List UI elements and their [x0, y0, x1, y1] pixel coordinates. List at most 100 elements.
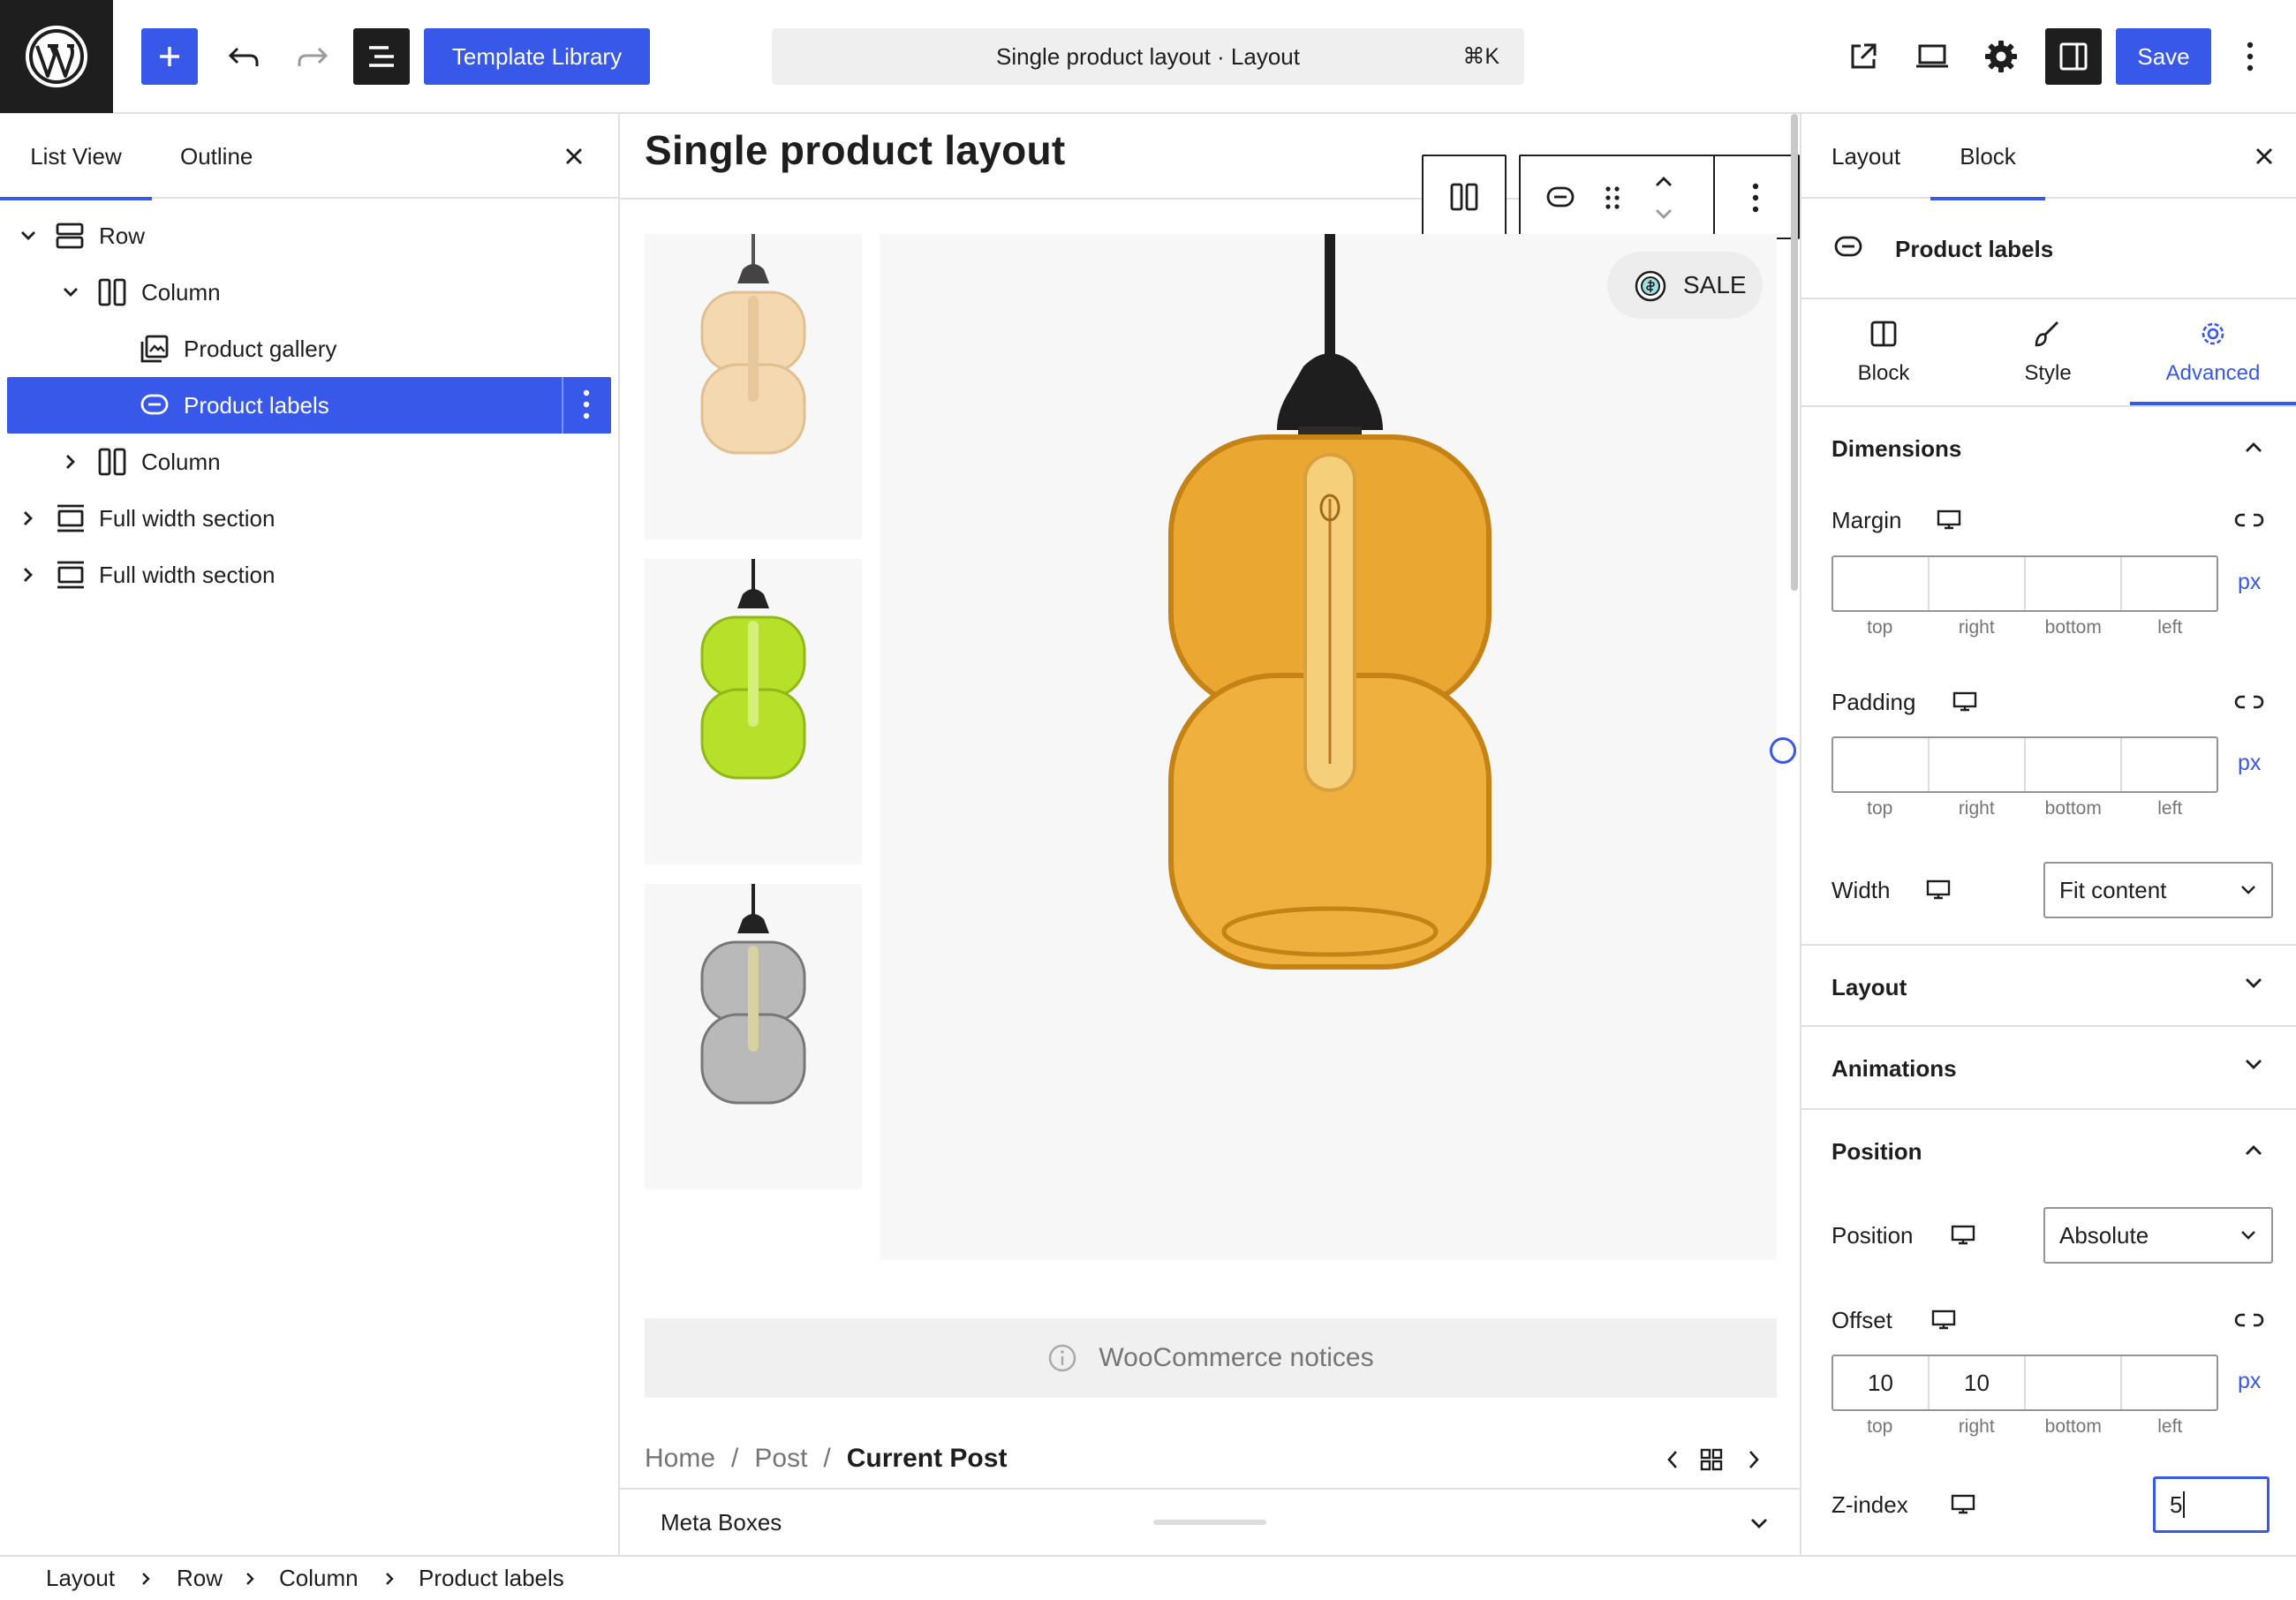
sale-badge[interactable]: SALE: [1607, 252, 1763, 319]
wordpress-icon: [26, 26, 87, 87]
list-item[interactable]: Product gallery: [7, 321, 611, 377]
breadcrumb-post[interactable]: Post: [754, 1444, 807, 1474]
label-icon: [1834, 236, 1862, 257]
desktop-icon[interactable]: [1930, 1309, 1957, 1331]
device-preview-button[interactable]: [1904, 28, 1960, 85]
offset-unit-select[interactable]: px: [2238, 1369, 2261, 1394]
gallery-thumbnail[interactable]: [645, 884, 862, 1189]
offset-top-input[interactable]: 10: [1833, 1356, 1930, 1409]
template-library-button[interactable]: Template Library: [424, 28, 650, 85]
padding-top-input[interactable]: [1833, 738, 1930, 791]
redo-button[interactable]: [284, 28, 341, 85]
desktop-icon[interactable]: [1952, 691, 1978, 713]
side-label: left: [2157, 1416, 2183, 1437]
chevron-right-icon[interactable]: [1747, 1449, 1761, 1470]
offset-right-input[interactable]: 10: [1930, 1356, 2026, 1409]
padding-right-input[interactable]: [1930, 738, 2026, 791]
meta-boxes-panel[interactable]: Meta Boxes: [620, 1488, 1800, 1555]
wordpress-logo-button[interactable]: [0, 0, 113, 113]
position-section-header[interactable]: Position: [1801, 1110, 2296, 1193]
settings-button[interactable]: [1973, 28, 2029, 85]
desktop-icon[interactable]: [1925, 879, 1952, 901]
unlink-icon[interactable]: [2234, 511, 2264, 529]
dimensions-header[interactable]: Dimensions: [1801, 407, 2296, 490]
tab-list-view[interactable]: List View: [0, 114, 152, 200]
main-product-image[interactable]: SALE: [880, 234, 1777, 1260]
tab-layout[interactable]: Layout: [1832, 114, 1900, 199]
chevron-down-icon[interactable]: [19, 229, 37, 243]
section-title: Animations: [1832, 1054, 1957, 1082]
breadcrumb-home[interactable]: Home: [645, 1444, 715, 1474]
margin-left-input[interactable]: [2122, 557, 2217, 610]
chevron-right-icon[interactable]: [64, 453, 78, 471]
zindex-input[interactable]: 5: [2153, 1476, 2270, 1533]
more-vertical-icon[interactable]: [1752, 183, 1759, 213]
info-icon: [1049, 1344, 1076, 1372]
width-select[interactable]: Fit content: [2043, 862, 2273, 918]
offset-left-input[interactable]: [2122, 1356, 2217, 1409]
chevron-right-icon[interactable]: [21, 509, 35, 527]
list-item[interactable]: Column: [7, 434, 611, 490]
options-menu-button[interactable]: [2229, 28, 2271, 85]
command-palette-button[interactable]: Single product layout · Layout ⌘K: [772, 28, 1524, 85]
canvas-scrollbar[interactable]: [1791, 114, 1798, 591]
woocommerce-notices[interactable]: WooCommerce notices: [645, 1318, 1777, 1398]
page-title[interactable]: Single product layout: [645, 126, 1066, 174]
undo-button[interactable]: [215, 28, 272, 85]
desktop-icon[interactable]: [1936, 509, 1962, 531]
view-site-button[interactable]: [1835, 28, 1892, 85]
close-list-view-button[interactable]: [556, 139, 592, 174]
gallery-thumbnail[interactable]: [645, 234, 862, 540]
select-parent-button[interactable]: [1422, 155, 1507, 239]
margin-right-input[interactable]: [1930, 557, 2026, 610]
list-item[interactable]: Column: [7, 264, 611, 321]
chevron-down-icon[interactable]: [1748, 1516, 1770, 1530]
resize-grip[interactable]: [1153, 1520, 1266, 1525]
margin-unit-select[interactable]: px: [2238, 570, 2261, 595]
gear-icon: [2202, 322, 2224, 345]
close-sidebar-button[interactable]: [2247, 139, 2282, 174]
breadcrumb-layout[interactable]: Layout: [46, 1557, 115, 1600]
resize-handle[interactable]: [1770, 737, 1796, 764]
list-item[interactable]: Full width section: [7, 547, 611, 603]
list-item-selected[interactable]: Product labels: [7, 377, 611, 434]
grid-icon[interactable]: [1699, 1447, 1724, 1472]
chevron-right-icon[interactable]: [21, 566, 35, 584]
unlink-icon[interactable]: [2234, 693, 2264, 711]
layout-section-header[interactable]: Layout: [1801, 944, 2296, 1027]
chevron-left-icon[interactable]: [1665, 1449, 1680, 1470]
chevron-down-icon[interactable]: [62, 285, 79, 299]
move-down-icon[interactable]: [1653, 206, 1674, 222]
more-vertical-icon[interactable]: [583, 389, 590, 419]
add-block-button[interactable]: [141, 28, 198, 85]
breadcrumb-row[interactable]: Row: [177, 1557, 223, 1600]
drag-handle-icon[interactable]: [1604, 185, 1621, 211]
padding-unit-select[interactable]: px: [2238, 751, 2261, 776]
position-select[interactable]: Absolute: [2043, 1207, 2273, 1264]
padding-bottom-input[interactable]: [2026, 738, 2122, 791]
list-item[interactable]: Full width section: [7, 490, 611, 547]
subtab-advanced[interactable]: Advanced: [2130, 299, 2296, 405]
animations-section-header[interactable]: Animations: [1801, 1027, 2296, 1110]
breadcrumb-column[interactable]: Column: [279, 1557, 359, 1600]
move-up-icon[interactable]: [1653, 174, 1674, 190]
label-icon[interactable]: [1545, 185, 1575, 211]
sidebar-toggle-button[interactable]: [2045, 28, 2102, 85]
position-label: Position: [1832, 1221, 1914, 1249]
unlink-icon[interactable]: [2234, 1311, 2264, 1329]
section-icon: [57, 504, 84, 532]
subtab-style[interactable]: Style: [1966, 299, 2130, 405]
offset-bottom-input[interactable]: [2026, 1356, 2122, 1409]
tab-outline[interactable]: Outline: [180, 114, 253, 199]
margin-top-input[interactable]: [1833, 557, 1930, 610]
gallery-thumbnail[interactable]: [645, 559, 862, 864]
subtab-block[interactable]: Block: [1801, 299, 1966, 405]
margin-bottom-input[interactable]: [2026, 557, 2122, 610]
list-item[interactable]: Row: [7, 208, 611, 264]
tab-block[interactable]: Block: [1930, 114, 2045, 200]
desktop-icon[interactable]: [1950, 1494, 1976, 1515]
save-button[interactable]: Save: [2116, 28, 2211, 85]
padding-left-input[interactable]: [2122, 738, 2217, 791]
desktop-icon[interactable]: [1950, 1225, 1976, 1246]
document-overview-button[interactable]: [353, 28, 410, 85]
